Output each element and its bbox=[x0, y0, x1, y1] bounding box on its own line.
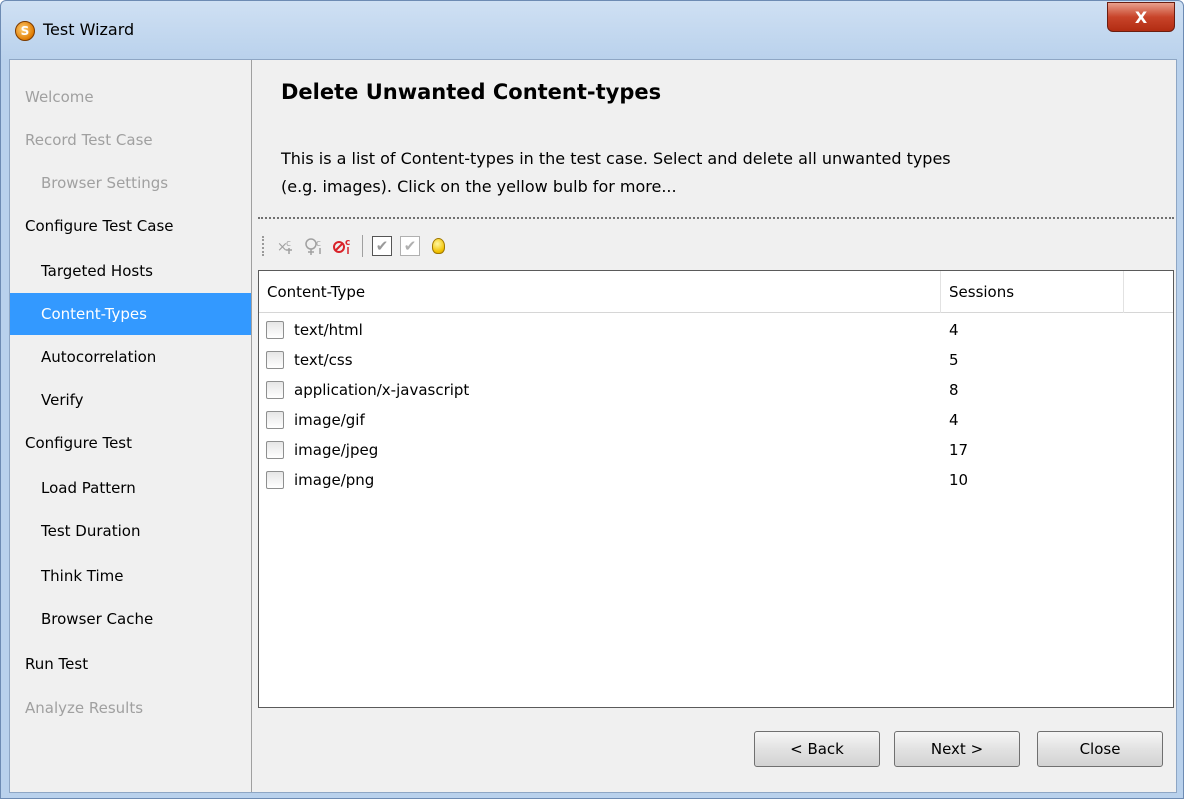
sidebar-item-browser-settings: Browser Settings bbox=[41, 174, 169, 192]
cell-sessions: 4 bbox=[949, 321, 959, 339]
column-header-filler bbox=[1124, 271, 1173, 313]
page-title: Delete Unwanted Content-types bbox=[281, 80, 662, 104]
svg-text:c: c bbox=[286, 239, 291, 249]
sidebar-item-load-pattern[interactable]: Load Pattern bbox=[10, 467, 251, 509]
row-checkbox[interactable] bbox=[266, 411, 284, 429]
check-all-icon[interactable]: ✔ bbox=[369, 233, 395, 259]
svg-text:c: c bbox=[345, 238, 350, 248]
section-divider bbox=[258, 217, 1174, 221]
client-area: Welcome Record Test Case Browser Setting… bbox=[9, 59, 1177, 793]
table-row[interactable]: image/jpeg 17 bbox=[259, 435, 1173, 465]
table-row[interactable]: image/png 10 bbox=[259, 465, 1173, 495]
content-type-table: Content-Type Sessions text/html 4 text/c… bbox=[258, 270, 1174, 708]
back-button[interactable]: < Back bbox=[754, 731, 880, 767]
column-header-content-type[interactable]: Content-Type bbox=[259, 271, 941, 313]
uncheck-all-icon[interactable]: ✔ bbox=[397, 233, 423, 259]
app-logo-icon: S bbox=[15, 21, 35, 41]
window-close-button[interactable]: X bbox=[1107, 2, 1175, 32]
svg-text:c: c bbox=[316, 239, 321, 249]
cell-content-type: text/css bbox=[294, 351, 353, 369]
cell-sessions: 5 bbox=[949, 351, 959, 369]
cell-content-type: image/gif bbox=[294, 411, 365, 429]
add-content-type-icon[interactable]: c bbox=[302, 233, 328, 259]
row-checkbox[interactable] bbox=[266, 471, 284, 489]
description-line-2: (e.g. images). Click on the yellow bulb … bbox=[281, 177, 677, 196]
sidebar-item-targeted-hosts[interactable]: Targeted Hosts bbox=[10, 250, 251, 292]
content-type-toolbar: × c c c ✔ ✔ bbox=[258, 224, 1174, 268]
sidebar-item-configure-test-case[interactable]: Configure Test Case bbox=[10, 205, 251, 247]
row-checkbox[interactable] bbox=[266, 351, 284, 369]
table-row[interactable]: text/css 5 bbox=[259, 345, 1173, 375]
cell-sessions: 17 bbox=[949, 441, 969, 459]
delete-content-type-icon[interactable]: × c bbox=[274, 233, 300, 259]
cell-content-type: text/html bbox=[294, 321, 363, 339]
title-bar[interactable]: S Test Wizard X bbox=[1, 1, 1183, 59]
column-header-sessions[interactable]: Sessions bbox=[941, 271, 1124, 313]
table-row[interactable]: text/html 4 bbox=[259, 315, 1173, 345]
help-bulb-icon[interactable] bbox=[425, 233, 451, 259]
close-button[interactable]: Close bbox=[1037, 731, 1163, 767]
sidebar-item-browser-cache[interactable]: Browser Cache bbox=[10, 598, 251, 640]
row-checkbox[interactable] bbox=[266, 321, 284, 339]
wizard-steps-sidebar: Welcome Record Test Case Browser Setting… bbox=[10, 60, 252, 792]
table-row[interactable]: application/x-javascript 8 bbox=[259, 375, 1173, 405]
wizard-window: S Test Wizard X Welcome Record Test Case… bbox=[0, 0, 1184, 799]
cell-sessions: 8 bbox=[949, 381, 959, 399]
next-button[interactable]: Next > bbox=[894, 731, 1020, 767]
cell-content-type: image/jpeg bbox=[294, 441, 379, 459]
window-title: Test Wizard bbox=[43, 20, 135, 39]
description-line-1: This is a list of Content-types in the t… bbox=[281, 149, 951, 168]
sidebar-item-content-types[interactable]: Content-Types bbox=[10, 293, 251, 335]
sidebar-item-verify[interactable]: Verify bbox=[10, 379, 251, 421]
sidebar-item-autocorrelation[interactable]: Autocorrelation bbox=[10, 336, 251, 378]
table-header: Content-Type Sessions bbox=[259, 271, 1173, 313]
sidebar-item-record-test-case: Record Test Case bbox=[25, 131, 153, 149]
row-checkbox[interactable] bbox=[266, 441, 284, 459]
cell-sessions: 10 bbox=[949, 471, 969, 489]
toolbar-separator bbox=[362, 235, 363, 257]
cell-content-type: application/x-javascript bbox=[294, 381, 470, 399]
sidebar-item-test-duration[interactable]: Test Duration bbox=[10, 510, 251, 552]
remove-content-type-icon[interactable]: c bbox=[330, 233, 356, 259]
sidebar-item-analyze-results: Analyze Results bbox=[25, 699, 144, 717]
table-row[interactable]: image/gif 4 bbox=[259, 405, 1173, 435]
main-panel: Delete Unwanted Content-types This is a … bbox=[253, 60, 1176, 792]
sidebar-item-welcome: Welcome bbox=[25, 88, 94, 106]
sidebar-item-configure-test[interactable]: Configure Test bbox=[10, 422, 251, 464]
page-description: This is a list of Content-types in the t… bbox=[281, 145, 1161, 201]
cell-content-type: image/png bbox=[294, 471, 375, 489]
sidebar-item-run-test[interactable]: Run Test bbox=[10, 643, 251, 685]
sidebar-item-think-time[interactable]: Think Time bbox=[10, 555, 251, 597]
row-checkbox[interactable] bbox=[266, 381, 284, 399]
toolbar-grip[interactable] bbox=[262, 236, 266, 256]
cell-sessions: 4 bbox=[949, 411, 959, 429]
